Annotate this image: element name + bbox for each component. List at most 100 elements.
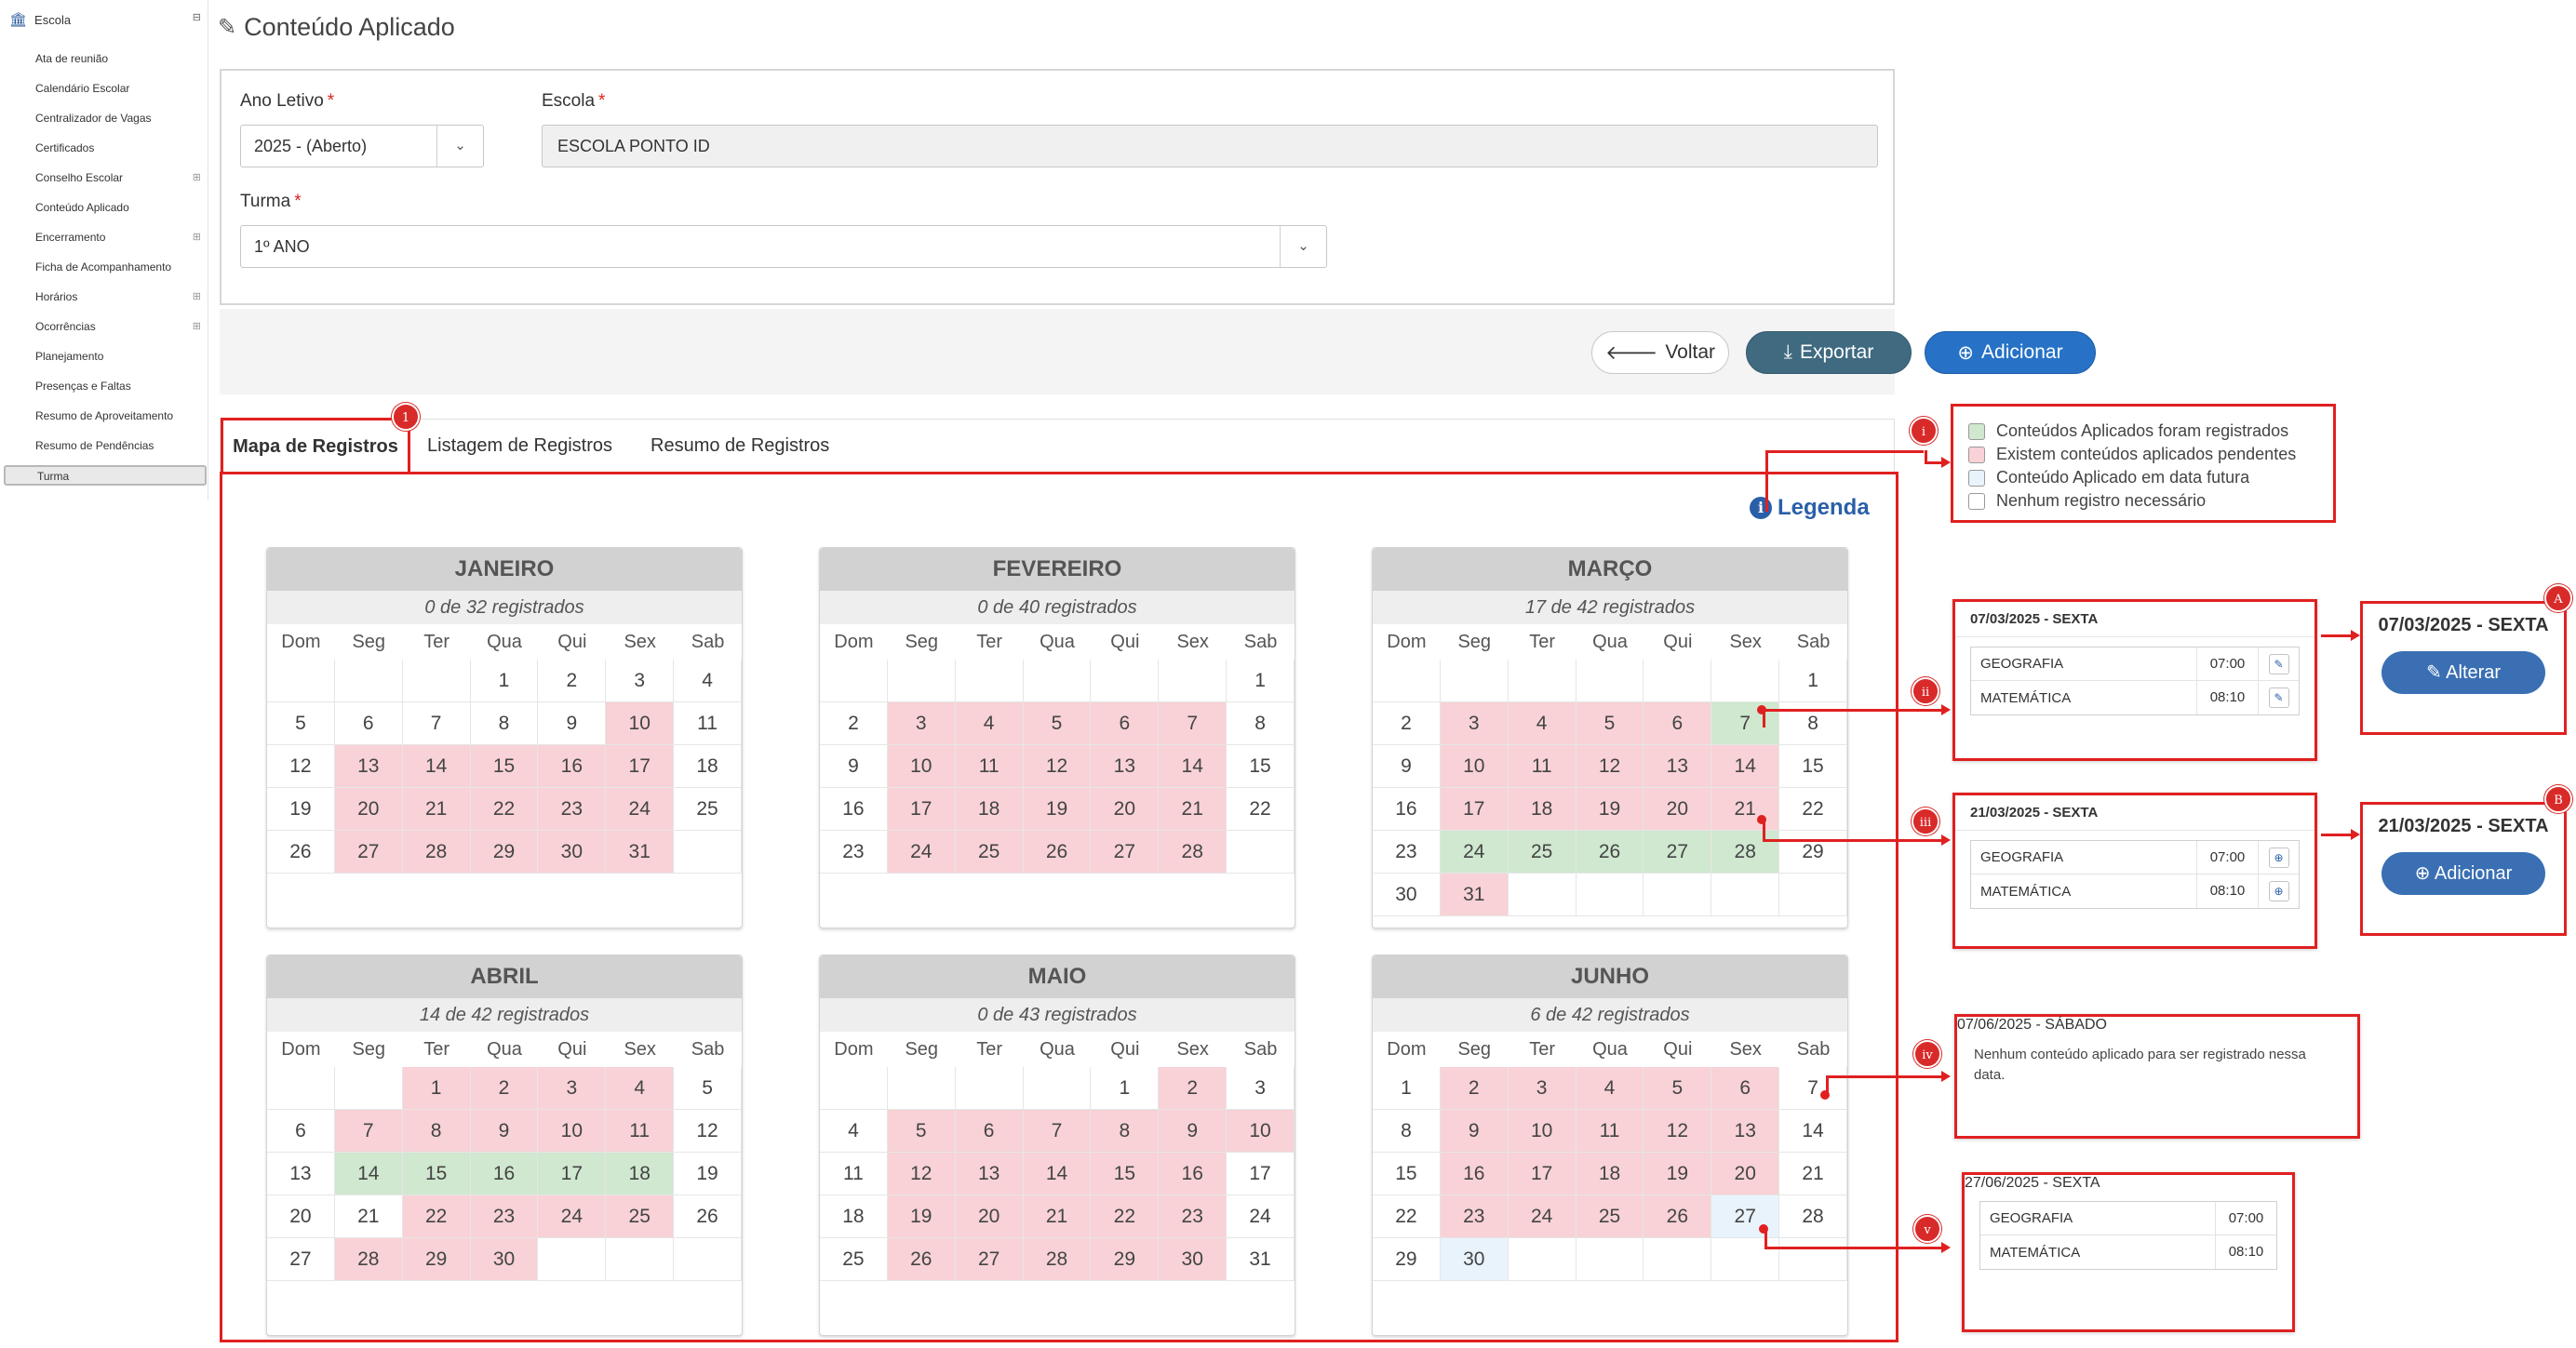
- calendar-day[interactable]: 12: [1576, 745, 1644, 788]
- calendar-day[interactable]: 24: [1508, 1195, 1576, 1238]
- calendar-day[interactable]: 28: [402, 831, 471, 874]
- calendar-day[interactable]: 7: [402, 702, 471, 745]
- calendar-day[interactable]: 27: [334, 831, 403, 874]
- calendar-day[interactable]: 2: [1440, 1067, 1509, 1110]
- sidebar-item-13[interactable]: Resumo de Pendências: [35, 435, 203, 456]
- calendar-day[interactable]: 30: [1440, 1238, 1509, 1281]
- calendar-day[interactable]: 20: [1644, 788, 1712, 831]
- calendar-day[interactable]: 24: [887, 831, 956, 874]
- sidebar-item-6[interactable]: Encerramento ⊞: [35, 227, 203, 247]
- calendar-day[interactable]: 22: [1227, 788, 1295, 831]
- calendar-day[interactable]: 9: [1440, 1110, 1509, 1153]
- calendar-day[interactable]: 31: [1440, 874, 1509, 916]
- calendar-day[interactable]: 27: [267, 1238, 335, 1281]
- calendar-day[interactable]: 9: [1159, 1110, 1228, 1153]
- expand-icon[interactable]: ⊞: [193, 167, 201, 188]
- calendar-day[interactable]: 10: [538, 1110, 607, 1153]
- sidebar-item-9[interactable]: Ocorrências ⊞: [35, 316, 203, 337]
- calendar-day[interactable]: 17: [1508, 1153, 1576, 1195]
- sidebar-item-12[interactable]: Resumo de Aproveitamento: [35, 406, 203, 426]
- calendar-day[interactable]: 12: [887, 1153, 956, 1195]
- calendar-day[interactable]: 24: [1440, 831, 1509, 874]
- calendar-day[interactable]: 19: [674, 1153, 742, 1195]
- calendar-day[interactable]: 24: [538, 1195, 607, 1238]
- calendar-day[interactable]: 14: [1159, 745, 1228, 788]
- calendar-day[interactable]: 4: [1508, 702, 1576, 745]
- calendar-day[interactable]: 19: [1644, 1153, 1712, 1195]
- calendar-day[interactable]: 15: [1779, 745, 1847, 788]
- calendar-day[interactable]: 25: [1576, 1195, 1644, 1238]
- calendar-day[interactable]: 25: [820, 1238, 888, 1281]
- calendar-day[interactable]: 16: [820, 788, 888, 831]
- calendar-day[interactable]: 12: [1644, 1110, 1712, 1153]
- calendar-day[interactable]: 15: [1227, 745, 1295, 788]
- calendar-day[interactable]: 27: [1644, 831, 1712, 874]
- calendar-day[interactable]: 16: [538, 745, 607, 788]
- turma-select[interactable]: 1º ANO ⌄: [240, 225, 1327, 268]
- calendar-day[interactable]: 22: [1373, 1195, 1441, 1238]
- adicionar-button[interactable]: ⊕ Adicionar: [1925, 331, 2096, 374]
- calendar-day[interactable]: 5: [887, 1110, 956, 1153]
- expand-icon[interactable]: ⊞: [193, 287, 201, 307]
- sidebar-item-5[interactable]: Conteúdo Aplicado: [35, 197, 203, 218]
- calendar-day[interactable]: 10: [606, 702, 675, 745]
- calendar-day[interactable]: 20: [267, 1195, 335, 1238]
- calendar-day[interactable]: 9: [1373, 745, 1441, 788]
- calendar-day[interactable]: 23: [1373, 831, 1441, 874]
- calendar-day[interactable]: 20: [1091, 788, 1160, 831]
- calendar-day[interactable]: 7: [334, 1110, 403, 1153]
- calendar-day[interactable]: 18: [955, 788, 1024, 831]
- sidebar-item-11[interactable]: Presenças e Faltas: [35, 376, 203, 396]
- calendar-day[interactable]: 29: [1091, 1238, 1160, 1281]
- tab-mapa-de-registros[interactable]: Mapa de Registros: [221, 418, 410, 474]
- calendar-day[interactable]: 27: [955, 1238, 1024, 1281]
- calendar-day[interactable]: 5: [674, 1067, 742, 1110]
- calendar-day[interactable]: 13: [1091, 745, 1160, 788]
- calendar-day[interactable]: 6: [1091, 702, 1160, 745]
- calendar-day[interactable]: 1: [1091, 1067, 1160, 1110]
- calendar-day[interactable]: 12: [674, 1110, 742, 1153]
- calendar-day[interactable]: 6: [334, 702, 403, 745]
- calendar-day[interactable]: 21: [402, 788, 471, 831]
- calendar-day[interactable]: 16: [1373, 788, 1441, 831]
- calendar-day[interactable]: 12: [1023, 745, 1092, 788]
- alterar-button[interactable]: ✎ Alterar: [2381, 651, 2545, 694]
- calendar-day[interactable]: 4: [955, 702, 1024, 745]
- calendar-day[interactable]: 1: [402, 1067, 471, 1110]
- calendar-day[interactable]: 2: [820, 702, 888, 745]
- calendar-day[interactable]: 8: [402, 1110, 471, 1153]
- calendar-day[interactable]: 26: [267, 831, 335, 874]
- calendar-day[interactable]: 18: [674, 745, 742, 788]
- calendar-day[interactable]: 9: [820, 745, 888, 788]
- calendar-day[interactable]: 13: [1644, 745, 1712, 788]
- calendar-day[interactable]: 24: [1227, 1195, 1295, 1238]
- calendar-day[interactable]: 8: [1091, 1110, 1160, 1153]
- tab-listagem-de-registros[interactable]: Listagem de Registros: [427, 420, 612, 472]
- calendar-day[interactable]: 21: [1779, 1153, 1847, 1195]
- calendar-day[interactable]: 15: [402, 1153, 471, 1195]
- calendar-day[interactable]: 2: [470, 1067, 539, 1110]
- adicionar-popover-button[interactable]: ⊕ Adicionar: [2381, 852, 2545, 895]
- calendar-day[interactable]: 21: [1023, 1195, 1092, 1238]
- calendar-day[interactable]: 29: [1779, 831, 1847, 874]
- calendar-day[interactable]: 23: [538, 788, 607, 831]
- sidebar-item-1[interactable]: Calendário Escolar: [35, 78, 203, 99]
- calendar-day[interactable]: 7: [1023, 1110, 1092, 1153]
- calendar-day[interactable]: 19: [887, 1195, 956, 1238]
- calendar-day[interactable]: 6: [1644, 702, 1712, 745]
- calendar-day[interactable]: 31: [1227, 1238, 1295, 1281]
- calendar-day[interactable]: 3: [1227, 1067, 1295, 1110]
- calendar-day[interactable]: 16: [1159, 1153, 1228, 1195]
- calendar-day[interactable]: 3: [606, 660, 675, 702]
- calendar-day[interactable]: 3: [1508, 1067, 1576, 1110]
- calendar-day[interactable]: 17: [538, 1153, 607, 1195]
- calendar-day[interactable]: 28: [1711, 831, 1780, 874]
- ano-letivo-select[interactable]: 2025 - (Aberto) ⌄: [240, 125, 484, 167]
- calendar-day[interactable]: 11: [1508, 745, 1576, 788]
- calendar-day[interactable]: 14: [1711, 745, 1780, 788]
- calendar-day[interactable]: 5: [267, 702, 335, 745]
- calendar-day[interactable]: 1: [1779, 660, 1847, 702]
- calendar-day[interactable]: 13: [955, 1153, 1024, 1195]
- calendar-day[interactable]: 28: [1779, 1195, 1847, 1238]
- calendar-day[interactable]: 14: [334, 1153, 403, 1195]
